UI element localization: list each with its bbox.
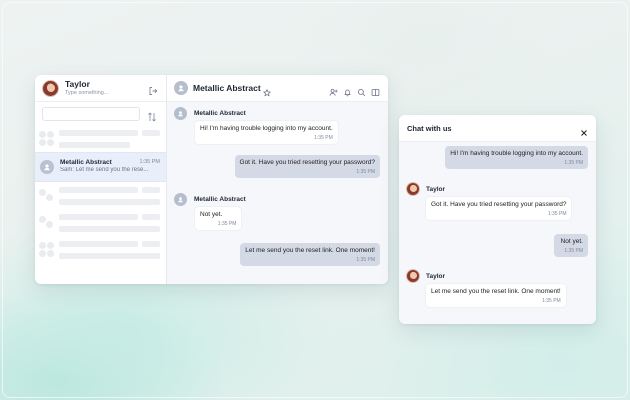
widget-title: Chat with us	[407, 123, 452, 133]
message-text: Not yet.	[560, 238, 583, 245]
message-bubble-incoming: Not yet. 1:35 PM	[195, 207, 242, 230]
message-sender: Taylor	[406, 182, 445, 196]
sender-name: Taylor	[426, 272, 446, 280]
placeholder-lines	[59, 238, 160, 262]
sender-name: Taylor	[426, 185, 446, 193]
sidebar-header: Taylor Type something...	[35, 75, 166, 102]
message-bubble-outgoing: Not yet. 1:35 PM	[553, 234, 588, 257]
message-text: Got it. Have you tried resetting your pa…	[431, 201, 567, 208]
bell-icon[interactable]	[343, 84, 352, 96]
message-text: Hi! I'm having trouble logging into my a…	[450, 150, 583, 157]
placeholder-avatar	[39, 188, 55, 204]
placeholder-avatar	[39, 130, 55, 147]
message-sender: Taylor	[406, 269, 445, 283]
list-item[interactable]	[35, 182, 166, 209]
sender-name: Metallic Abstract	[194, 196, 246, 203]
chat-widget: Chat with us Hi! I'm having trouble logg…	[399, 115, 596, 324]
group-avatar-icon	[174, 107, 187, 120]
message-time: 1:35 PM	[356, 256, 375, 263]
list-item[interactable]	[35, 236, 166, 263]
group-avatar-icon	[40, 160, 54, 174]
message-time: 1:35 PM	[217, 220, 237, 227]
placeholder-lines	[59, 127, 160, 151]
message-bubble-incoming: Got it. Have you tried resetting your pa…	[426, 197, 572, 220]
close-icon[interactable]	[580, 124, 588, 136]
message-bubble-outgoing: Let me send you the reset link. One mome…	[240, 243, 380, 266]
message-time: 1:35 PM	[314, 134, 333, 141]
conversation-time: 1:35 PM	[139, 159, 160, 166]
search-input[interactable]	[42, 107, 140, 121]
add-user-icon[interactable]	[329, 84, 338, 96]
message-time: 1:35 PM	[356, 168, 375, 175]
chat-panel: Metallic Abstract Metallic Abstract Hi! …	[167, 75, 388, 284]
message-sender: Metallic Abstract	[174, 193, 246, 206]
widget-header: Chat with us	[399, 115, 596, 142]
star-icon[interactable]	[262, 84, 271, 97]
message-text: Hi! I'm having trouble logging into my a…	[200, 125, 333, 132]
message-time: 1:35 PM	[564, 247, 583, 254]
message-time: 1:35 PM	[542, 297, 561, 304]
list-item[interactable]	[35, 125, 166, 152]
search-icon[interactable]	[357, 84, 366, 96]
group-avatar-icon	[174, 81, 188, 95]
conversation-item-metallic-abstract[interactable]: Metallic Abstract 1:35 PM Sam: Let me se…	[35, 152, 166, 182]
message-sender: Metallic Abstract	[174, 107, 246, 120]
chat-app-window: Taylor Type something... Metallic Abstra…	[35, 75, 388, 284]
conversation-preview: Sam: Let me send you the rese...	[60, 167, 149, 174]
conversation-name: Metallic Abstract	[60, 159, 112, 167]
message-bubble-outgoing: Hi! I'm having trouble logging into my a…	[445, 146, 588, 169]
sidebar: Taylor Type something... Metallic Abstra…	[35, 75, 167, 284]
message-text: Let me send you the reset link. One mome…	[245, 247, 375, 254]
panel-icon[interactable]	[371, 84, 380, 96]
avatar	[406, 182, 420, 196]
placeholder-avatar	[39, 241, 55, 258]
conversation-text: Metallic Abstract 1:35 PM Sam: Let me se…	[60, 159, 160, 175]
message-text: Not yet.	[200, 211, 223, 218]
message-text: Let me send you the reset link. One mome…	[431, 288, 561, 295]
search-bar	[42, 106, 158, 122]
status-input[interactable]: Type something...	[65, 90, 148, 97]
message-time: 1:35 PM	[547, 210, 567, 217]
user-name: Taylor	[65, 79, 90, 89]
avatar	[406, 269, 420, 283]
message-time: 1:35 PM	[564, 159, 583, 166]
header-actions	[329, 84, 380, 96]
message-bubble-incoming: Let me send you the reset link. One mome…	[426, 284, 566, 307]
placeholder-avatar	[39, 215, 55, 231]
chat-title: Metallic Abstract	[193, 83, 261, 93]
sender-name: Metallic Abstract	[194, 110, 246, 117]
message-bubble-outgoing: Got it. Have you tried resetting your pa…	[234, 155, 380, 178]
message-text: Got it. Have you tried resetting your pa…	[239, 159, 375, 166]
user-info: Taylor Type something...	[65, 80, 148, 96]
filter-icon[interactable]	[147, 109, 157, 122]
message-bubble-incoming: Hi! I'm having trouble logging into my a…	[195, 121, 338, 144]
list-item[interactable]	[35, 209, 166, 236]
placeholder-lines	[59, 184, 160, 208]
chat-header: Metallic Abstract	[167, 75, 388, 102]
group-avatar-icon	[174, 193, 187, 206]
avatar[interactable]	[42, 79, 59, 97]
placeholder-lines	[59, 211, 160, 235]
logout-icon[interactable]	[148, 83, 158, 95]
